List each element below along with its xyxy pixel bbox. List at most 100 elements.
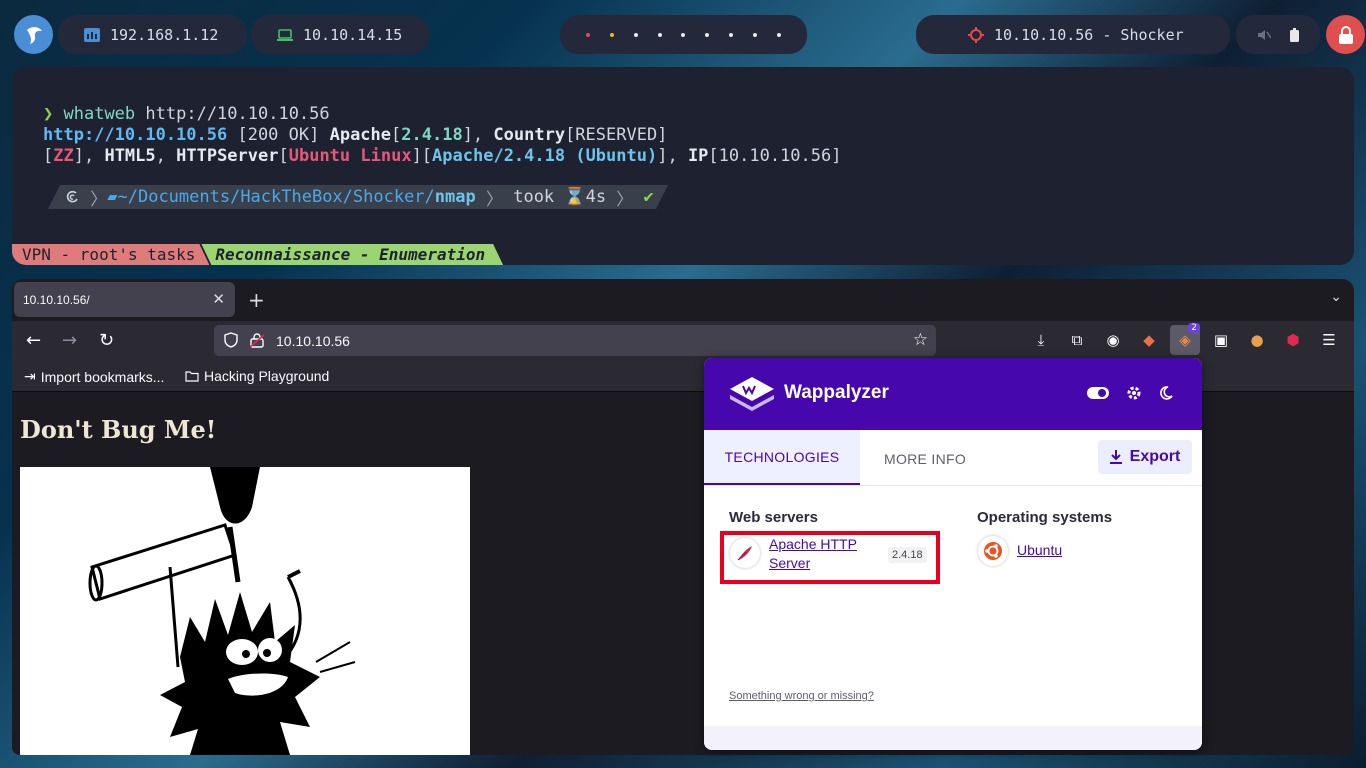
terminal-window[interactable]: ❯ whatweb http://10.10.10.56 http://10.1…: [12, 67, 1354, 265]
cookie-editor-icon[interactable]: ▣: [1210, 329, 1232, 351]
bug-image: [20, 467, 470, 755]
output-os: Ubuntu Linux: [288, 146, 412, 166]
debian-swirl-icon: [66, 190, 80, 204]
url-text: 10.10.10.56: [276, 332, 350, 349]
prompt-path: ~/Documents/HackTheBox/Shocker/: [117, 187, 435, 207]
battery-icon: [1289, 27, 1299, 42]
highlight-box: [720, 531, 940, 584]
url-bar[interactable]: 10.10.10.56 ☆: [214, 325, 936, 356]
success-check-icon: ✔: [643, 187, 654, 207]
command-arg: http://10.10.10.56: [145, 104, 330, 124]
something-wrong-link[interactable]: Something wrong or missing?: [729, 690, 874, 702]
crosshair-icon: [968, 26, 984, 43]
output-bracket: [: [43, 146, 54, 166]
command-name: whatweb: [63, 104, 136, 124]
tmux-window-name[interactable]: Reconnaissance - Enumeration: [201, 244, 503, 265]
workspace-dot-4[interactable]: [657, 32, 662, 37]
prompt-path-current: nmap: [434, 187, 476, 207]
new-tab-icon[interactable]: +: [248, 288, 265, 312]
tmux-session-name: VPN - root's tasks: [12, 244, 209, 265]
import-icon: ⇥: [24, 368, 36, 384]
category-web-servers: Web servers: [729, 509, 818, 526]
target-widget[interactable]: 10.10.10.56 - Shocker: [916, 15, 1230, 54]
navigation-toolbar: ← → ↻ 10.10.10.56 ☆ ⤓ ⧉ ◉ ◆ ◈ 2 ▣ ● ⬢ ☰: [12, 321, 1354, 361]
tab-more-info[interactable]: MORE INFO: [884, 451, 966, 467]
hacking-playground-folder[interactable]: Hacking Playground: [185, 368, 329, 384]
workspace-dot-7[interactable]: [729, 32, 734, 37]
wappalyzer-tabs: TECHNOLOGIES MORE INFO Export: [704, 430, 1202, 486]
import-bookmarks-item[interactable]: ⇥ Import bookmarks...: [24, 368, 164, 385]
foxyproxy-icon[interactable]: ◉: [1102, 329, 1124, 351]
vpn-ip-widget[interactable]: 10.10.14.15: [251, 15, 429, 54]
mute-icon[interactable]: [1257, 28, 1272, 42]
import-bookmarks-label: Import bookmarks...: [40, 368, 165, 385]
menu-icon[interactable]: ☰: [1318, 329, 1340, 351]
local-ip-widget[interactable]: 192.168.1.12: [58, 15, 247, 54]
toggle-icon[interactable]: [1087, 386, 1109, 400]
folder-icon: [185, 371, 199, 382]
output-apache: Apache: [329, 125, 392, 145]
forward-icon[interactable]: →: [62, 330, 77, 351]
tmux-status-bar: VPN - root's tasks Reconnaissance - Enum…: [12, 244, 503, 265]
terminal-output-line-1: http://10.10.10.56 [200 OK] Apache[2.4.1…: [43, 125, 667, 145]
chevron-down-icon[interactable]: ⌄: [1330, 289, 1342, 305]
laptop-icon: [277, 28, 293, 41]
back-icon[interactable]: ←: [26, 330, 41, 351]
terminal-command-line: ❯ whatweb http://10.10.10.56: [43, 104, 330, 124]
workspace-dot-8[interactable]: [753, 32, 758, 37]
user-agent-icon[interactable]: ●: [1246, 329, 1268, 351]
distro-logo-icon: [26, 26, 42, 44]
download-icon: [1109, 450, 1122, 464]
lock-screen-button[interactable]: [1326, 15, 1365, 54]
workspace-switcher[interactable]: [560, 15, 807, 54]
workspace-dot-5[interactable]: [681, 32, 686, 37]
shell-prompt-bar: 〉 ▰ ~/Documents/HackTheBox/Shocker/nmap 〉 …: [48, 185, 668, 209]
target-text: 10.10.10.56 - Shocker: [994, 25, 1184, 44]
workspace-dot-9[interactable]: [777, 32, 782, 37]
output-bracket: [: [278, 146, 289, 166]
took-label: took: [513, 187, 555, 207]
output-bracket: ][: [411, 146, 433, 166]
wappalyzer-bottom-section: [704, 726, 1202, 750]
bookmark-star-icon[interactable]: ☆: [913, 330, 928, 350]
output-bracket: ],: [73, 146, 105, 166]
wappalyzer-extension-icon[interactable]: ◈ 2: [1170, 323, 1200, 355]
ubuntu-icon: [978, 536, 1008, 566]
output-bracket: ],: [657, 146, 688, 166]
dark-mode-moon-icon[interactable]: [1158, 385, 1174, 401]
output-country-code: ZZ: [53, 146, 74, 166]
hourglass-icon: ⌛: [554, 187, 586, 207]
system-tray[interactable]: [1236, 15, 1320, 54]
workspace-dot-6[interactable]: [705, 32, 710, 37]
workspace-dot-1[interactable]: [585, 32, 590, 37]
output-bracket: ],: [462, 125, 494, 145]
terminal-output-line-2: [ZZ], HTML5, HTTPServer[Ubuntu Linux][Ap…: [43, 146, 841, 166]
shield-icon[interactable]: [224, 332, 238, 348]
output-bracket: [: [391, 125, 402, 145]
extensions-icon[interactable]: ⧉: [1066, 329, 1088, 351]
close-tab-icon[interactable]: ✕: [212, 290, 225, 308]
tab-technologies[interactable]: TECHNOLOGIES: [704, 430, 860, 485]
local-ip-text: 192.168.1.12: [110, 25, 219, 44]
output-status: [200 OK]: [227, 125, 330, 145]
export-button[interactable]: Export: [1098, 440, 1192, 474]
ublock-icon[interactable]: ⬢: [1282, 329, 1304, 351]
prompt-symbol: ❯: [43, 104, 54, 124]
workspace-dot-3[interactable]: [633, 32, 638, 37]
output-country-value: [RESERVED]: [565, 125, 668, 145]
settings-gear-icon[interactable]: [1126, 385, 1142, 401]
ubuntu-link[interactable]: Ubuntu: [1017, 541, 1062, 560]
hacktools-icon[interactable]: ◆: [1138, 329, 1160, 351]
downloads-icon[interactable]: ⤓: [1030, 329, 1052, 351]
wappalyzer-popup: Wappalyzer TECHNOLOGIES MORE INFO Export…: [704, 358, 1202, 750]
folder-icon: ▰: [107, 187, 118, 207]
output-ip-value: [10.10.10.56]: [708, 146, 842, 166]
reload-icon[interactable]: ↻: [99, 330, 114, 351]
launcher-button[interactable]: [14, 15, 53, 54]
workspace-dot-2[interactable]: [609, 32, 614, 37]
export-label: Export: [1129, 448, 1181, 465]
tab-strip: 10.10.10.56/ ✕ + ⌄: [12, 279, 1354, 321]
took-value: 4s: [585, 187, 607, 207]
browser-tab[interactable]: 10.10.10.56/ ✕: [14, 282, 235, 317]
insecure-lock-icon[interactable]: [250, 332, 264, 348]
